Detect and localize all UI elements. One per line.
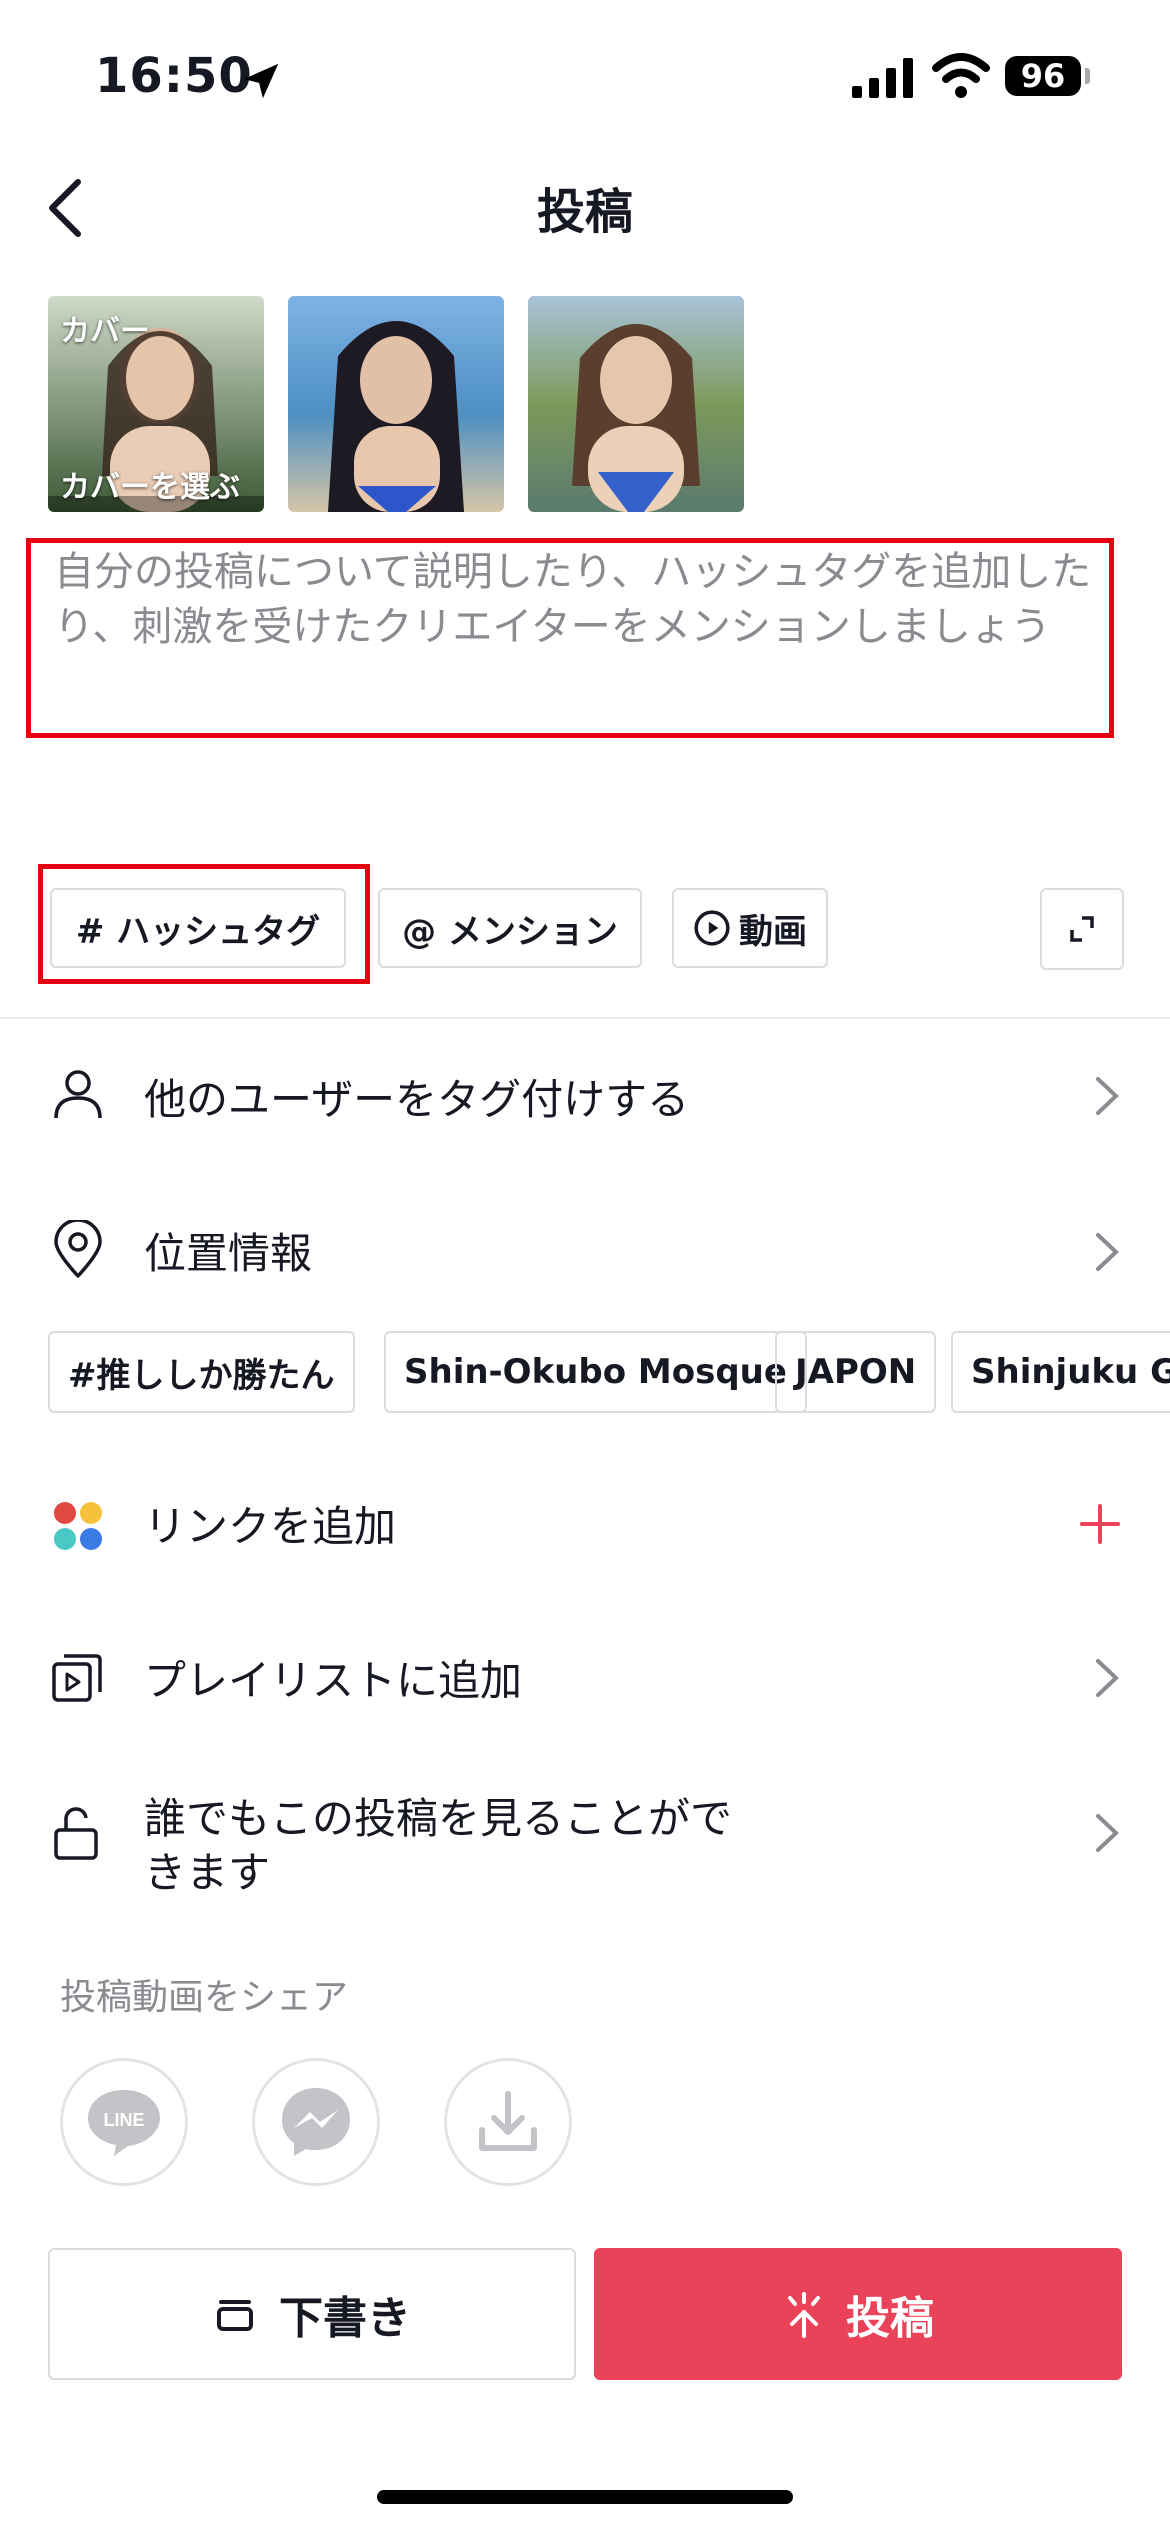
sparkle-arrow-icon [788, 2292, 820, 2338]
person-icon [54, 1070, 102, 1119]
mention-button[interactable]: @ メンション [378, 888, 642, 968]
cover-thumbnail[interactable]: カバー カバーを選ぶ [48, 296, 264, 512]
draft-button[interactable]: 下書き [48, 2248, 576, 2380]
wifi-icon [932, 53, 990, 98]
signal-icon [852, 58, 913, 98]
play-circle-icon [694, 910, 730, 946]
tag-users-label: 他のユーザーをタグ付けする [144, 1075, 690, 1124]
download-icon [479, 2091, 537, 2151]
location-suggestion[interactable]: Shinjuku Gyo [951, 1331, 1170, 1413]
playlist-label: プレイリストに追加 [144, 1656, 523, 1705]
hashtag-button[interactable]: # ハッシュタグ [50, 888, 346, 968]
photo-placeholder [528, 296, 744, 512]
video-button[interactable]: 動画 [672, 888, 828, 968]
location-label: 位置情報 [144, 1229, 313, 1278]
cover-label: カバー [60, 314, 150, 349]
draft-label: 下書き [279, 2293, 411, 2344]
photo-thumbnail[interactable] [288, 296, 504, 512]
post-label: 投稿 [846, 2293, 934, 2344]
messenger-share-button[interactable] [252, 2058, 380, 2186]
battery-indicator: 96 [1005, 52, 1091, 100]
status-time: 16:50 [95, 48, 253, 104]
photo-placeholder [288, 296, 504, 512]
line-icon-text: LINE [103, 2110, 144, 2130]
post-button[interactable]: 投稿 [594, 2248, 1122, 2380]
share-label: 投稿動画をシェア [60, 1977, 349, 2018]
location-suggestion[interactable]: Shin-Okubo Mosque [384, 1331, 807, 1413]
video-label: 動画 [739, 911, 807, 952]
chevron-right-icon [1096, 1077, 1119, 1115]
chevron-right-icon [1096, 1233, 1119, 1271]
privacy-label-line1: 誰でもこの投稿を見ることがで [144, 1794, 733, 1843]
messenger-icon [282, 2088, 350, 2156]
apps-dots-icon [54, 1502, 102, 1550]
privacy-label: 誰でもこの投稿を見ることがで きます [144, 1792, 732, 1900]
location-arrow-icon [243, 63, 279, 99]
location-suggestion[interactable]: #推ししか勝たん [48, 1331, 355, 1413]
expand-button[interactable] [1040, 888, 1124, 970]
chevron-right-icon [1096, 1814, 1119, 1852]
unlock-icon [54, 1807, 98, 1860]
draft-icon [217, 2300, 253, 2331]
divider [0, 1017, 1170, 1019]
photo-thumbnail[interactable] [528, 296, 744, 512]
line-icon: LINE [88, 2090, 160, 2156]
choose-cover-label[interactable]: カバーを選ぶ [60, 462, 240, 506]
home-indicator [377, 2490, 793, 2504]
caption-input[interactable]: 自分の投稿について説明したり、ハッシュタグを追加したり、刺激を受けたクリエイター… [54, 545, 1094, 655]
download-button[interactable] [444, 2058, 572, 2186]
line-share-button[interactable]: LINE [60, 2058, 188, 2186]
privacy-label-line2: きます [144, 1848, 271, 1897]
playlist-icon [52, 1654, 102, 1702]
plus-icon[interactable] [1078, 1502, 1122, 1546]
location-pin-icon [54, 1220, 102, 1278]
expand-icon [1070, 916, 1094, 942]
add-link-label: リンクを追加 [144, 1502, 397, 1551]
battery-level: 96 [1005, 56, 1081, 96]
chevron-right-icon [1096, 1659, 1119, 1697]
location-suggestion[interactable]: JAPON [775, 1331, 937, 1413]
page-title: 投稿 [536, 184, 633, 240]
